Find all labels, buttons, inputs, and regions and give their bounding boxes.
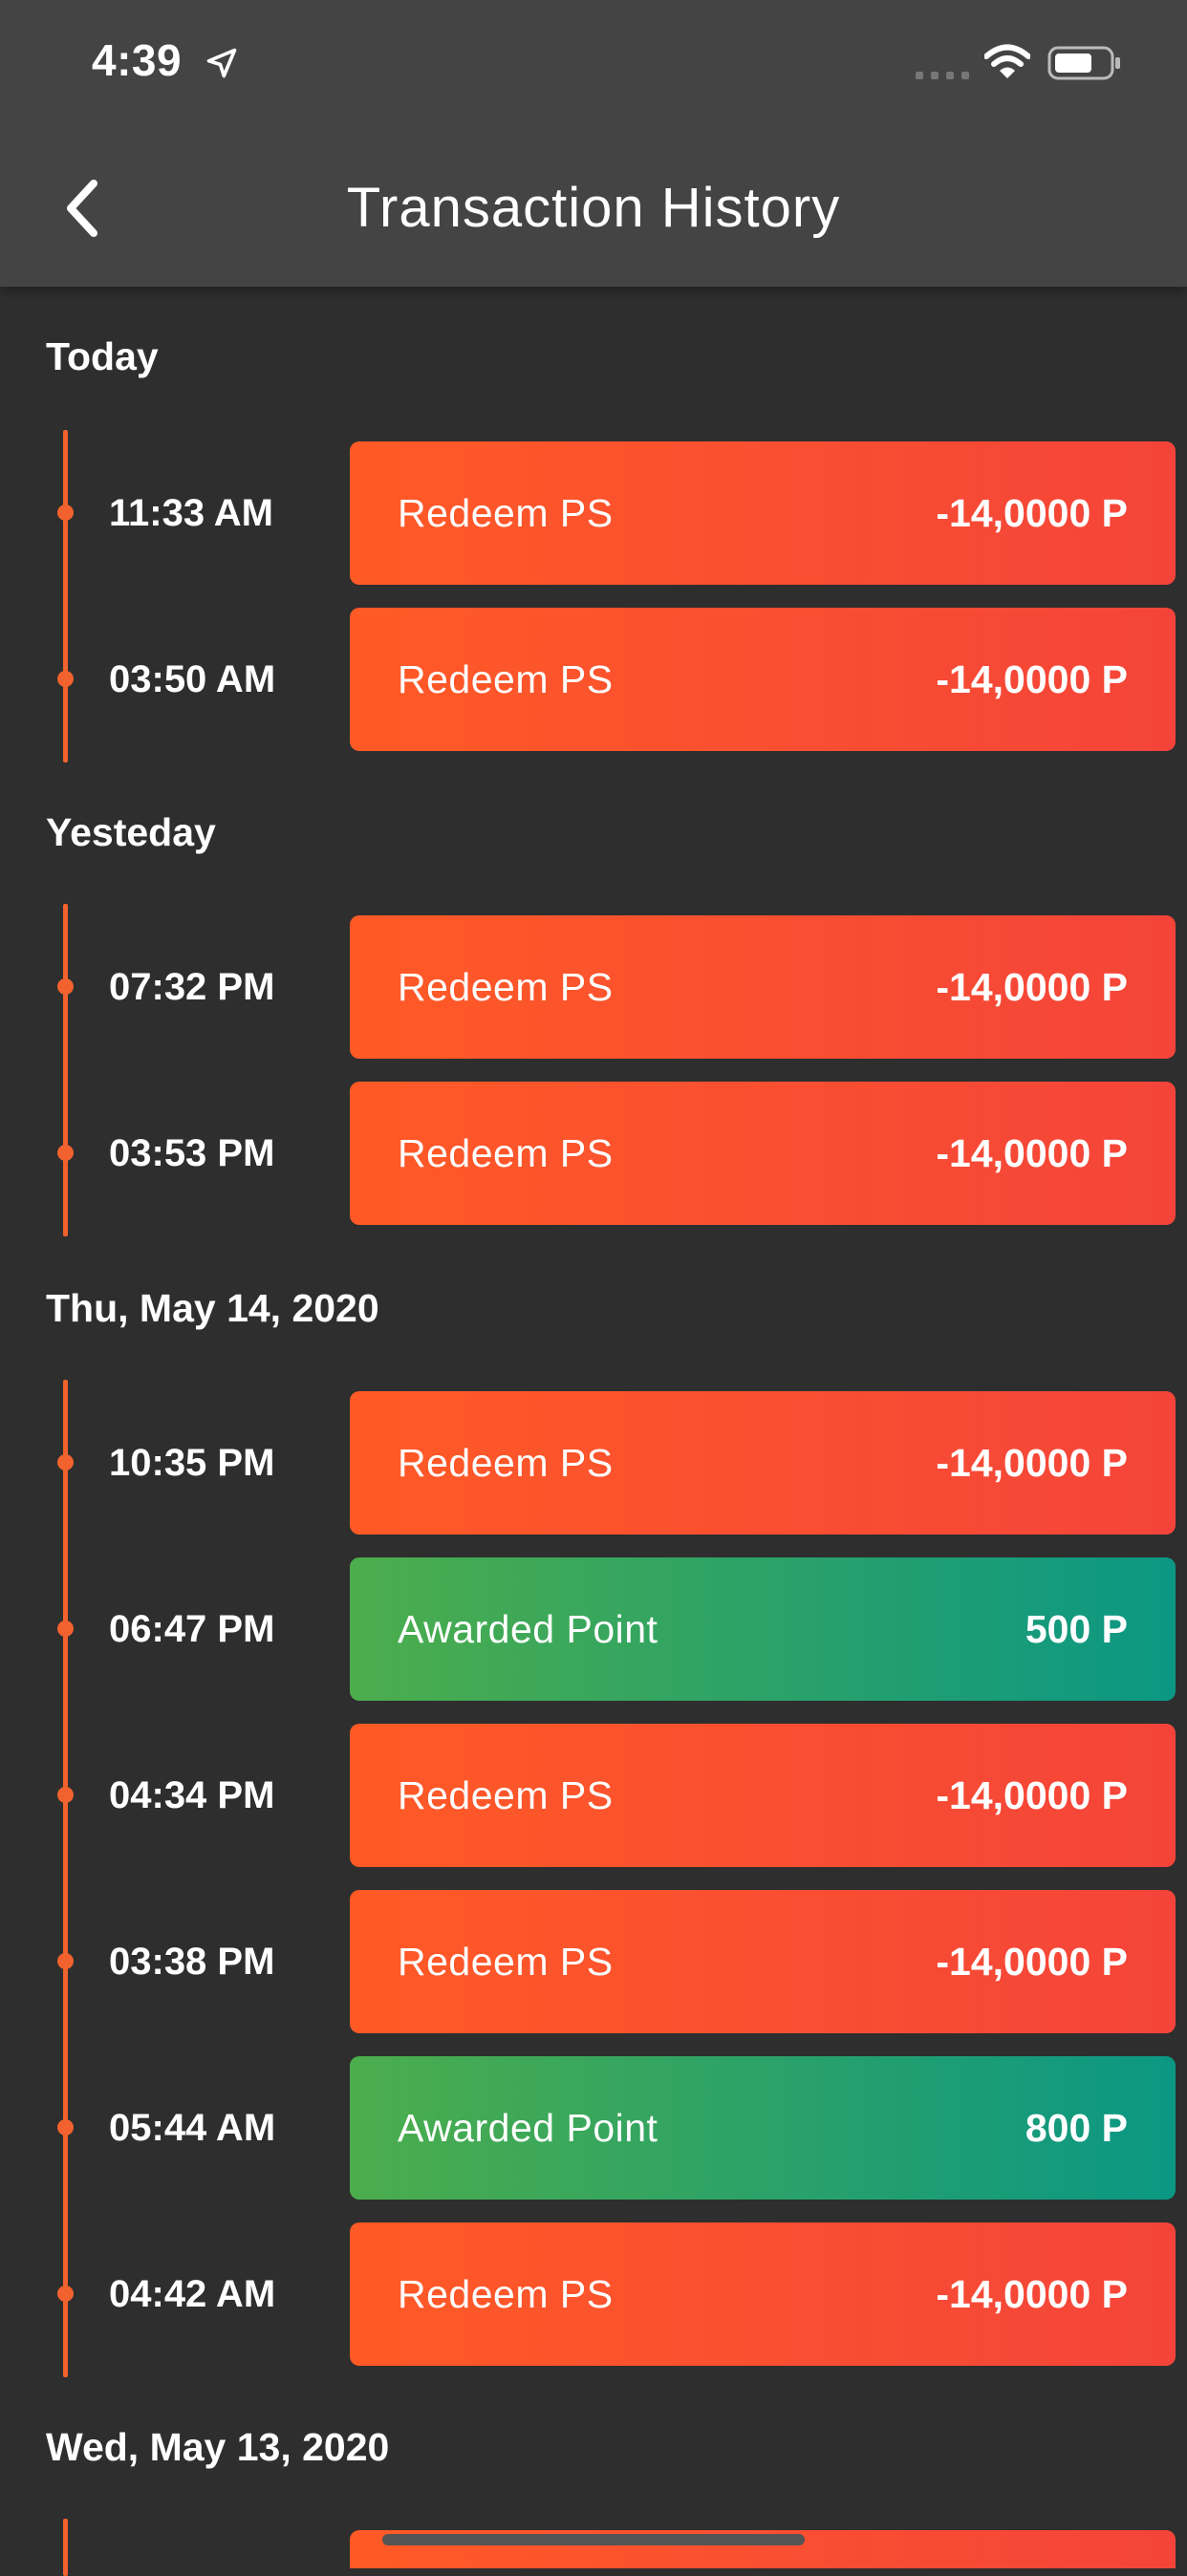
transaction-row: 05:44 AM Awarded Point 800 P [0, 2056, 1187, 2200]
transaction-time: 10:35 PM [109, 1442, 275, 1484]
transaction-label: Redeem PS [398, 1772, 614, 1817]
transaction-amount: -14,0000 P [936, 1440, 1128, 1485]
status-time: 4:39 [92, 35, 183, 85]
transaction-amount: 500 P [1025, 1606, 1128, 1651]
home-indicator[interactable] [382, 2534, 805, 2545]
transaction-label: Redeem PS [398, 1939, 614, 1984]
transaction-amount: -14,0000 P [936, 2271, 1128, 2316]
transaction-label: Awarded Point [398, 1606, 658, 1651]
wifi-icon [984, 44, 1030, 78]
transaction-time: 06:47 PM [109, 1608, 275, 1650]
transaction-card[interactable]: Redeem PS -14,0000 P [350, 1082, 1176, 1225]
transaction-row: 03:38 PM Redeem PS -14,0000 P [0, 1890, 1187, 2033]
transaction-amount: -14,0000 P [936, 490, 1128, 535]
transaction-row: 07:32 PM Redeem PS -14,0000 P [0, 915, 1187, 1059]
transaction-card[interactable]: Redeem PS -14,0000 P [350, 1890, 1176, 2033]
location-arrow-icon [206, 48, 237, 78]
transaction-label: Redeem PS [398, 490, 614, 535]
transaction-amount: -14,0000 P [936, 1130, 1128, 1175]
transaction-label: Redeem PS [398, 656, 614, 701]
transaction-time: 03:53 PM [109, 1132, 275, 1174]
timeline-dot [57, 1787, 74, 1803]
transaction-row: 11:33 AM Redeem PS -14,0000 P [0, 441, 1187, 585]
transaction-card[interactable]: Redeem PS -14,0000 P [350, 441, 1176, 585]
timeline-dot [57, 1454, 74, 1470]
transaction-row: 03:50 AM Redeem PS -14,0000 P [0, 608, 1187, 751]
transaction-time: 07:32 PM [109, 966, 275, 1008]
transaction-time: 04:34 PM [109, 1774, 275, 1816]
timeline-dot [57, 2286, 74, 2302]
timeline-dot [57, 1145, 74, 1161]
transaction-label: Redeem PS [398, 964, 614, 1009]
transaction-time: 05:44 AM [109, 2107, 276, 2149]
page-title: Transaction History [346, 177, 841, 239]
timeline-dot [57, 1621, 74, 1637]
transaction-card[interactable]: Redeem PS -14,0000 P [350, 1724, 1176, 1867]
transaction-row: 06:47 PM Awarded Point 500 P [0, 1557, 1187, 1701]
section-title: Wed, May 13, 2020 [46, 2425, 390, 2469]
transaction-row: 04:34 PM Redeem PS -14,0000 P [0, 1724, 1187, 1867]
battery-icon [1047, 46, 1120, 80]
transaction-amount: 800 P [1025, 2105, 1128, 2150]
top-bar: 4:39 Transaction History [0, 0, 1187, 287]
transaction-card[interactable]: Awarded Point 500 P [350, 1557, 1176, 1701]
transaction-amount: -14,0000 P [936, 1939, 1128, 1984]
timeline-dot [57, 1953, 74, 1969]
timeline-dot [57, 671, 74, 687]
transaction-time: 04:42 AM [109, 2273, 276, 2315]
transaction-amount: -14,0000 P [936, 1772, 1128, 1817]
transaction-time: 03:50 AM [109, 658, 276, 700]
transaction-label: Redeem PS [398, 1440, 614, 1485]
transaction-card[interactable]: Redeem PS -14,0000 P [350, 608, 1176, 751]
timeline-dot [57, 2119, 74, 2136]
transaction-row: 03:53 PM Redeem PS -14,0000 P [0, 1082, 1187, 1225]
transaction-time: 03:38 PM [109, 1941, 275, 1983]
transaction-label: Awarded Point [398, 2105, 658, 2150]
transaction-time: 11:33 AM [109, 492, 273, 534]
transaction-row: 10:35 PM Redeem PS -14,0000 P [0, 1391, 1187, 1535]
transaction-label: Redeem PS [398, 2271, 614, 2316]
transaction-card[interactable]: Redeem PS -14,0000 P [350, 2222, 1176, 2366]
transaction-card[interactable]: Awarded Point 800 P [350, 2056, 1176, 2200]
timeline-dot [57, 978, 74, 995]
transaction-amount: -14,0000 P [936, 656, 1128, 701]
section-title: Thu, May 14, 2020 [46, 1286, 379, 1330]
transaction-amount: -14,0000 P [936, 964, 1128, 1009]
section-title: Today [46, 334, 159, 378]
transaction-label: Redeem PS [398, 1130, 614, 1175]
section-title: Yesteday [46, 810, 216, 854]
signal-icon [916, 72, 969, 79]
transaction-card[interactable]: Redeem PS -14,0000 P [350, 1391, 1176, 1535]
transaction-card[interactable]: Redeem PS -14,0000 P [350, 915, 1176, 1059]
timeline-dot [57, 504, 74, 521]
transaction-row: 04:42 AM Redeem PS -14,0000 P [0, 2222, 1187, 2366]
